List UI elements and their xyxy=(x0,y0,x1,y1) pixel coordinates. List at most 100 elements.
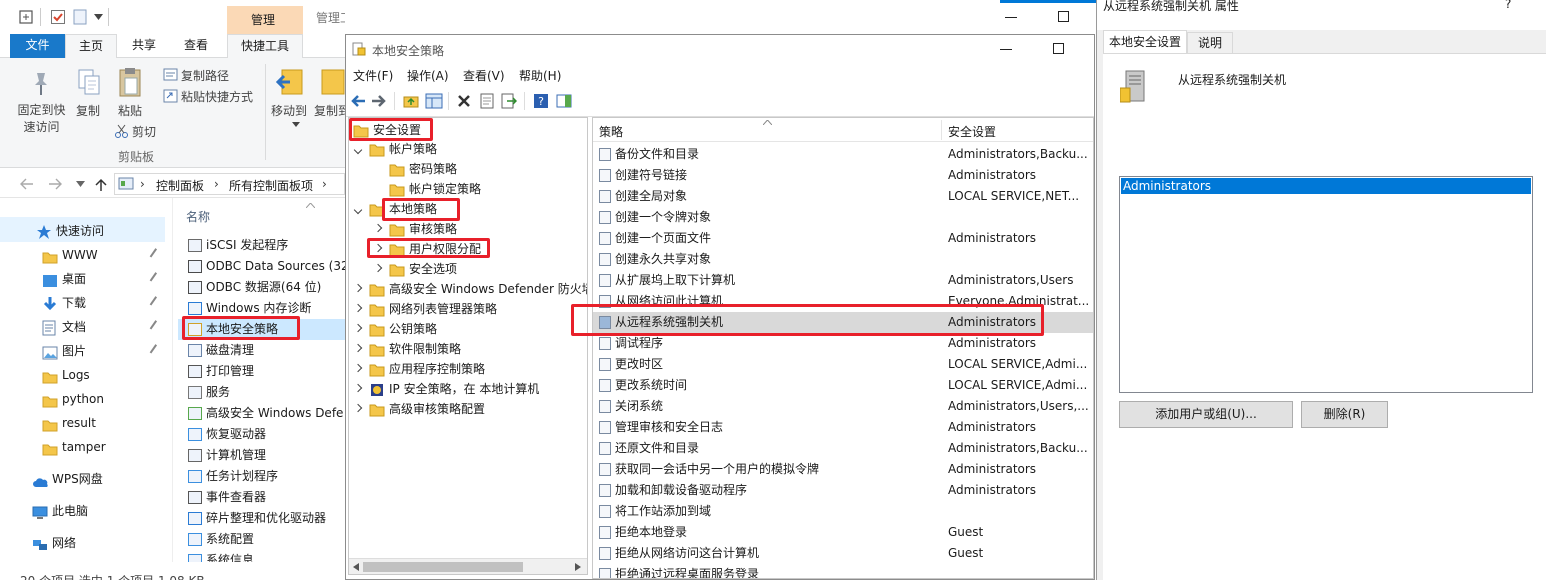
chevron-right-icon[interactable] xyxy=(373,263,383,273)
tree-node[interactable]: 帐户策略 xyxy=(349,139,587,159)
forward-icon[interactable] xyxy=(48,178,62,190)
table-row[interactable]: 还原文件和目录 Administrators,Backu... xyxy=(593,438,1093,459)
chevron-down-icon[interactable] xyxy=(94,14,103,20)
tree-node[interactable]: 软件限制策略 xyxy=(349,339,587,359)
file-item[interactable]: 系统配置 xyxy=(184,529,345,550)
nav-item[interactable]: python xyxy=(0,387,175,411)
table-row[interactable]: 更改系统时间 LOCAL SERVICE,Admi... xyxy=(593,375,1093,396)
paste-shortcut-button[interactable]: 粘贴快捷方式 xyxy=(181,88,253,105)
chevron-down-icon[interactable] xyxy=(76,181,85,187)
table-row[interactable]: 从扩展坞上取下计算机 Administrators,Users xyxy=(593,270,1093,291)
pin-icon[interactable] xyxy=(149,320,161,332)
table-row[interactable]: 关闭系统 Administrators,Users,... xyxy=(593,396,1093,417)
file-item[interactable]: 高级安全 Windows Defe xyxy=(184,403,345,424)
action-pane-icon[interactable] xyxy=(556,93,572,109)
tree-node[interactable]: IP 安全策略，在 本地计算机 xyxy=(349,379,587,399)
table-row[interactable]: 创建全局对象 LOCAL SERVICE,NET... xyxy=(593,186,1093,207)
minimize-icon[interactable] xyxy=(1005,17,1017,18)
menu-file[interactable]: 文件(F) xyxy=(353,65,393,87)
file-item[interactable]: 服务 xyxy=(184,382,345,403)
scroll-right-icon[interactable] xyxy=(575,563,581,571)
pin-icon[interactable] xyxy=(149,344,161,356)
file-item[interactable]: 恢复驱动器 xyxy=(184,424,345,445)
minimize-icon[interactable] xyxy=(1000,49,1012,50)
tree-horizontal-scrollbar[interactable] xyxy=(349,558,587,574)
tree-node[interactable]: 应用程序控制策略 xyxy=(349,359,587,379)
nav-item[interactable]: 桌面 xyxy=(0,267,175,291)
file-item[interactable]: 碎片整理和优化驱动器 xyxy=(184,508,345,529)
maximize-icon[interactable] xyxy=(1053,43,1064,54)
tab-view[interactable]: 查看 xyxy=(172,34,220,58)
breadcrumb-all-items[interactable]: 所有控制面板项 xyxy=(229,177,313,194)
file-item[interactable]: iSCSI 发起程序 xyxy=(184,235,345,256)
tab-explain[interactable]: 说明 xyxy=(1187,32,1233,53)
copy-button[interactable]: 复制 xyxy=(76,102,100,119)
table-row[interactable]: 更改时区 LOCAL SERVICE,Admi... xyxy=(593,354,1093,375)
chevron-right-icon[interactable] xyxy=(353,303,363,313)
member-item[interactable]: Administrators xyxy=(1121,178,1531,194)
nav-item[interactable]: 文档 xyxy=(0,315,175,339)
tab-shortcut-tools[interactable]: 快捷工具 xyxy=(227,34,303,58)
chevron-right-icon[interactable] xyxy=(353,383,363,393)
menu-help[interactable]: 帮助(H) xyxy=(519,65,561,87)
pin-icon[interactable] xyxy=(149,272,161,284)
nav-item[interactable]: Logs xyxy=(0,363,175,387)
tree-node[interactable]: 帐户锁定策略 xyxy=(349,179,587,199)
properties-icon[interactable] xyxy=(18,9,34,25)
up-icon[interactable] xyxy=(95,178,107,192)
export-list-icon[interactable] xyxy=(501,93,517,109)
nav-item[interactable]: 网络 xyxy=(0,531,175,555)
copy-to-button[interactable]: 复制到 xyxy=(314,102,345,119)
move-to-button[interactable]: 移动到 xyxy=(271,102,307,119)
chevron-right-icon[interactable] xyxy=(353,363,363,373)
maximize-icon[interactable] xyxy=(1058,11,1069,22)
table-row[interactable]: 创建一个令牌对象 xyxy=(593,207,1093,228)
table-row[interactable]: 创建一个页面文件 Administrators xyxy=(593,228,1093,249)
table-row[interactable]: 拒绝通过远程桌面服务登录 xyxy=(593,564,1093,578)
chevron-right-icon[interactable] xyxy=(353,283,363,293)
nav-item[interactable]: WPS网盘 xyxy=(0,467,175,491)
tab-share[interactable]: 共享 xyxy=(120,34,168,58)
file-item[interactable]: ODBC Data Sources (32 xyxy=(184,256,345,277)
pin-icon[interactable] xyxy=(149,248,161,260)
show-hide-tree-icon[interactable] xyxy=(425,93,443,109)
breadcrumb-control-panel[interactable]: 控制面板 xyxy=(156,177,204,194)
members-listbox[interactable]: Administrators xyxy=(1119,176,1533,393)
help-icon[interactable]: ? xyxy=(533,93,549,109)
file-item[interactable]: ODBC 数据源(64 位) xyxy=(184,277,345,298)
table-row[interactable]: 调试程序 Administrators xyxy=(593,333,1093,354)
chevron-down-icon[interactable] xyxy=(353,205,363,215)
table-row[interactable]: 管理审核和安全日志 Administrators xyxy=(593,417,1093,438)
chevron-right-icon[interactable] xyxy=(353,323,363,333)
chevron-down-icon[interactable] xyxy=(353,145,363,155)
remove-button[interactable]: 删除(R) xyxy=(1301,401,1388,428)
nav-item[interactable]: 下载 xyxy=(0,291,175,315)
tree-node[interactable]: 公钥策略 xyxy=(349,319,587,339)
tab-local-security-setting[interactable]: 本地安全设置 xyxy=(1103,30,1187,53)
chevron-right-icon[interactable] xyxy=(353,343,363,353)
properties-icon[interactable] xyxy=(479,93,495,109)
paste-button[interactable]: 粘贴 xyxy=(118,102,142,119)
add-user-or-group-button[interactable]: 添加用户或组(U)... xyxy=(1119,401,1293,428)
nav-item[interactable]: 此电脑 xyxy=(0,499,175,523)
tab-home[interactable]: 主页 xyxy=(65,34,117,58)
table-row[interactable]: 备份文件和目录 Administrators,Backu... xyxy=(593,144,1093,165)
scroll-left-icon[interactable] xyxy=(353,563,359,571)
tree-node[interactable]: 高级审核策略配置 xyxy=(349,399,587,419)
table-row[interactable]: 创建符号链接 Administrators xyxy=(593,165,1093,186)
menu-action[interactable]: 操作(A) xyxy=(407,65,449,87)
file-item[interactable]: 计算机管理 xyxy=(184,445,345,466)
nav-item[interactable]: 图片 xyxy=(0,339,175,363)
pin-icon[interactable] xyxy=(149,296,161,308)
help-icon[interactable]: ? xyxy=(1505,0,1511,11)
menu-view[interactable]: 查看(V) xyxy=(463,65,505,87)
back-icon[interactable] xyxy=(20,178,34,190)
tree-node[interactable]: 密码策略 xyxy=(349,159,587,179)
tree-node[interactable]: 安全选项 xyxy=(349,259,587,279)
forward-icon[interactable] xyxy=(371,94,387,108)
nav-item[interactable]: WWW xyxy=(0,243,175,267)
up-folder-icon[interactable] xyxy=(403,93,419,109)
nav-item[interactable]: result xyxy=(0,411,175,435)
tree-node[interactable]: 高级安全 Windows Defender 防火墙 xyxy=(349,279,587,299)
cut-button[interactable]: 剪切 xyxy=(132,123,156,140)
